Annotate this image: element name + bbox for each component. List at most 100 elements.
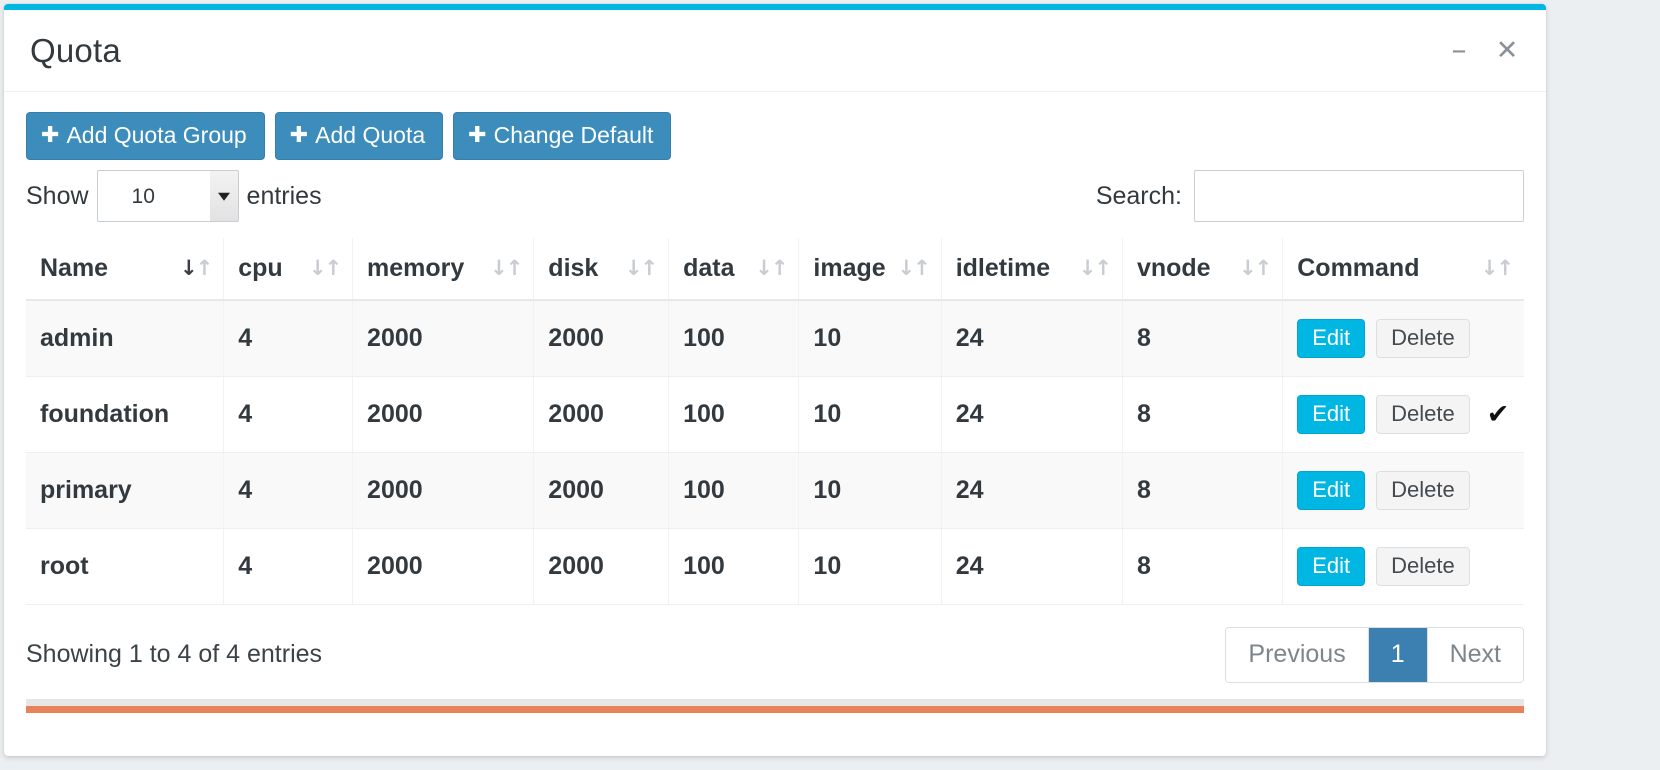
sort-icon: ↓↑ [1480, 256, 1514, 280]
sort-icon: ↓↑ [1078, 256, 1112, 280]
cell-image: 10 [798, 376, 942, 453]
add-quota-label: Add Quota [315, 122, 426, 148]
sort-icon: ↓↑ [308, 256, 342, 280]
column-header-disk[interactable]: disk ↓↑ [533, 238, 670, 301]
datatable-footer: Showing 1 to 4 of 4 entries Previous 1 N… [26, 605, 1524, 683]
plus-icon: ✚ [41, 122, 60, 148]
column-header-label: Name [40, 254, 109, 282]
search-input[interactable] [1194, 170, 1524, 222]
column-header-vnode[interactable]: vnode ↓↑ [1122, 238, 1284, 301]
toolbar: ✚ Add Quota Group ✚ Add Quota ✚ Change D… [26, 112, 1524, 160]
cell-name: foundation [26, 376, 225, 453]
delete-button[interactable]: Delete [1376, 395, 1470, 434]
page-length-select[interactable]: 10 [96, 170, 239, 222]
quota-window: Quota – ✕ ✚ Add Quota Group ✚ Add Quota … [4, 4, 1546, 756]
cell-command: Edit Delete ✔ [1282, 376, 1524, 453]
column-header-idletime[interactable]: idletime ↓↑ [941, 238, 1123, 301]
table-header-row: Name ↓↑ cpu ↓↑ memory ↓↑ disk ↓↑ data ↓↑… [26, 238, 1524, 301]
search-control: Search: [1096, 170, 1524, 222]
screen: Quota – ✕ ✚ Add Quota Group ✚ Add Quota … [0, 0, 1660, 770]
cell-command: Edit Delete [1282, 528, 1524, 605]
table-info: Showing 1 to 4 of 4 entries [26, 640, 323, 669]
pagination: Previous 1 Next [1225, 627, 1524, 683]
edit-button[interactable]: Edit [1297, 395, 1366, 434]
cell-name: primary [26, 452, 225, 529]
column-header-command[interactable]: Command ↓↑ [1282, 238, 1524, 301]
table-row: root 4 2000 2000 100 10 24 8 Edit Delete [26, 528, 1524, 605]
page-title: Quota [30, 31, 121, 69]
delete-button[interactable]: Delete [1376, 547, 1470, 586]
plus-icon: ✚ [468, 122, 487, 148]
window-controls: – ✕ [1448, 35, 1524, 65]
cell-cpu: 4 [223, 376, 354, 453]
column-header-label: Command [1297, 254, 1420, 282]
cell-memory: 2000 [352, 452, 535, 529]
column-header-memory[interactable]: memory ↓↑ [352, 238, 535, 301]
cell-disk: 2000 [533, 528, 670, 605]
cell-disk: 2000 [533, 300, 670, 377]
add-quota-group-button[interactable]: ✚ Add Quota Group [26, 112, 265, 160]
cell-memory: 2000 [352, 300, 535, 377]
show-label: Show [26, 181, 89, 210]
edit-button[interactable]: Edit [1297, 547, 1366, 586]
sort-icon: ↓↑ [755, 256, 788, 280]
delete-button[interactable]: Delete [1376, 319, 1470, 358]
add-quota-group-label: Add Quota Group [66, 122, 247, 148]
cell-data: 100 [668, 452, 800, 529]
column-header-cpu[interactable]: cpu ↓↑ [223, 238, 354, 301]
quota-table: Name ↓↑ cpu ↓↑ memory ↓↑ disk ↓↑ data ↓↑… [26, 238, 1524, 605]
pagination-next[interactable]: Next [1427, 628, 1523, 682]
edit-button[interactable]: Edit [1297, 319, 1366, 358]
table-row: admin 4 2000 2000 100 10 24 8 Edit Delet… [26, 300, 1524, 377]
cell-vnode: 8 [1122, 376, 1284, 453]
column-header-data[interactable]: data ↓↑ [668, 238, 800, 301]
close-icon[interactable]: ✕ [1496, 37, 1519, 64]
cell-command: Edit Delete [1282, 452, 1524, 529]
plus-icon: ✚ [289, 122, 309, 148]
sort-icon: ↓↑ [490, 256, 523, 280]
cell-idletime: 24 [941, 376, 1123, 453]
progress-fill [26, 705, 1524, 713]
pagination-page-1[interactable]: 1 [1368, 628, 1428, 682]
cell-idletime: 24 [941, 528, 1123, 605]
cell-vnode: 8 [1122, 452, 1284, 529]
table-row: foundation 4 2000 2000 100 10 24 8 Edit … [26, 376, 1524, 453]
cell-vnode: 8 [1122, 300, 1284, 377]
window-body: ✚ Add Quota Group ✚ Add Quota ✚ Change D… [4, 92, 1546, 683]
column-header-name[interactable]: Name ↓↑ [26, 238, 225, 301]
column-header-label: memory [367, 254, 465, 282]
cell-data: 100 [668, 376, 800, 453]
cell-image: 10 [798, 528, 942, 605]
cell-disk: 2000 [533, 452, 670, 529]
cell-disk: 2000 [533, 376, 670, 453]
minimize-icon[interactable]: – [1448, 35, 1470, 65]
column-header-image[interactable]: image ↓↑ [798, 238, 942, 301]
edit-button[interactable]: Edit [1297, 471, 1366, 510]
column-header-label: data [683, 254, 735, 282]
page-length-control: Show 10 entries [26, 170, 322, 222]
change-default-label: Change Default [493, 122, 654, 148]
delete-button[interactable]: Delete [1376, 471, 1470, 510]
pagination-previous[interactable]: Previous [1226, 628, 1369, 682]
table-row: primary 4 2000 2000 100 10 24 8 Edit Del… [26, 452, 1524, 529]
column-header-label: vnode [1136, 254, 1211, 282]
progress-area [4, 683, 1546, 713]
add-quota-button[interactable]: ✚ Add Quota [274, 112, 444, 160]
cell-command: Edit Delete [1282, 300, 1524, 377]
cell-memory: 2000 [352, 376, 535, 453]
sort-icon: ↓↑ [897, 256, 931, 280]
datatable-controls: Show 10 entries Search: [26, 170, 1524, 222]
search-label: Search: [1095, 181, 1182, 210]
change-default-button[interactable]: ✚ Change Default [453, 112, 672, 160]
window-titlebar: Quota – ✕ [4, 10, 1546, 92]
cell-idletime: 24 [941, 452, 1123, 529]
column-header-label: cpu [238, 254, 283, 282]
cell-cpu: 4 [223, 528, 354, 605]
sort-asc-icon: ↓↑ [180, 256, 213, 280]
cell-name: admin [26, 300, 225, 377]
column-header-label: disk [548, 254, 599, 282]
cell-idletime: 24 [941, 300, 1123, 377]
sort-icon: ↓↑ [1239, 256, 1272, 280]
cell-data: 100 [668, 300, 800, 377]
cell-image: 10 [798, 452, 942, 529]
